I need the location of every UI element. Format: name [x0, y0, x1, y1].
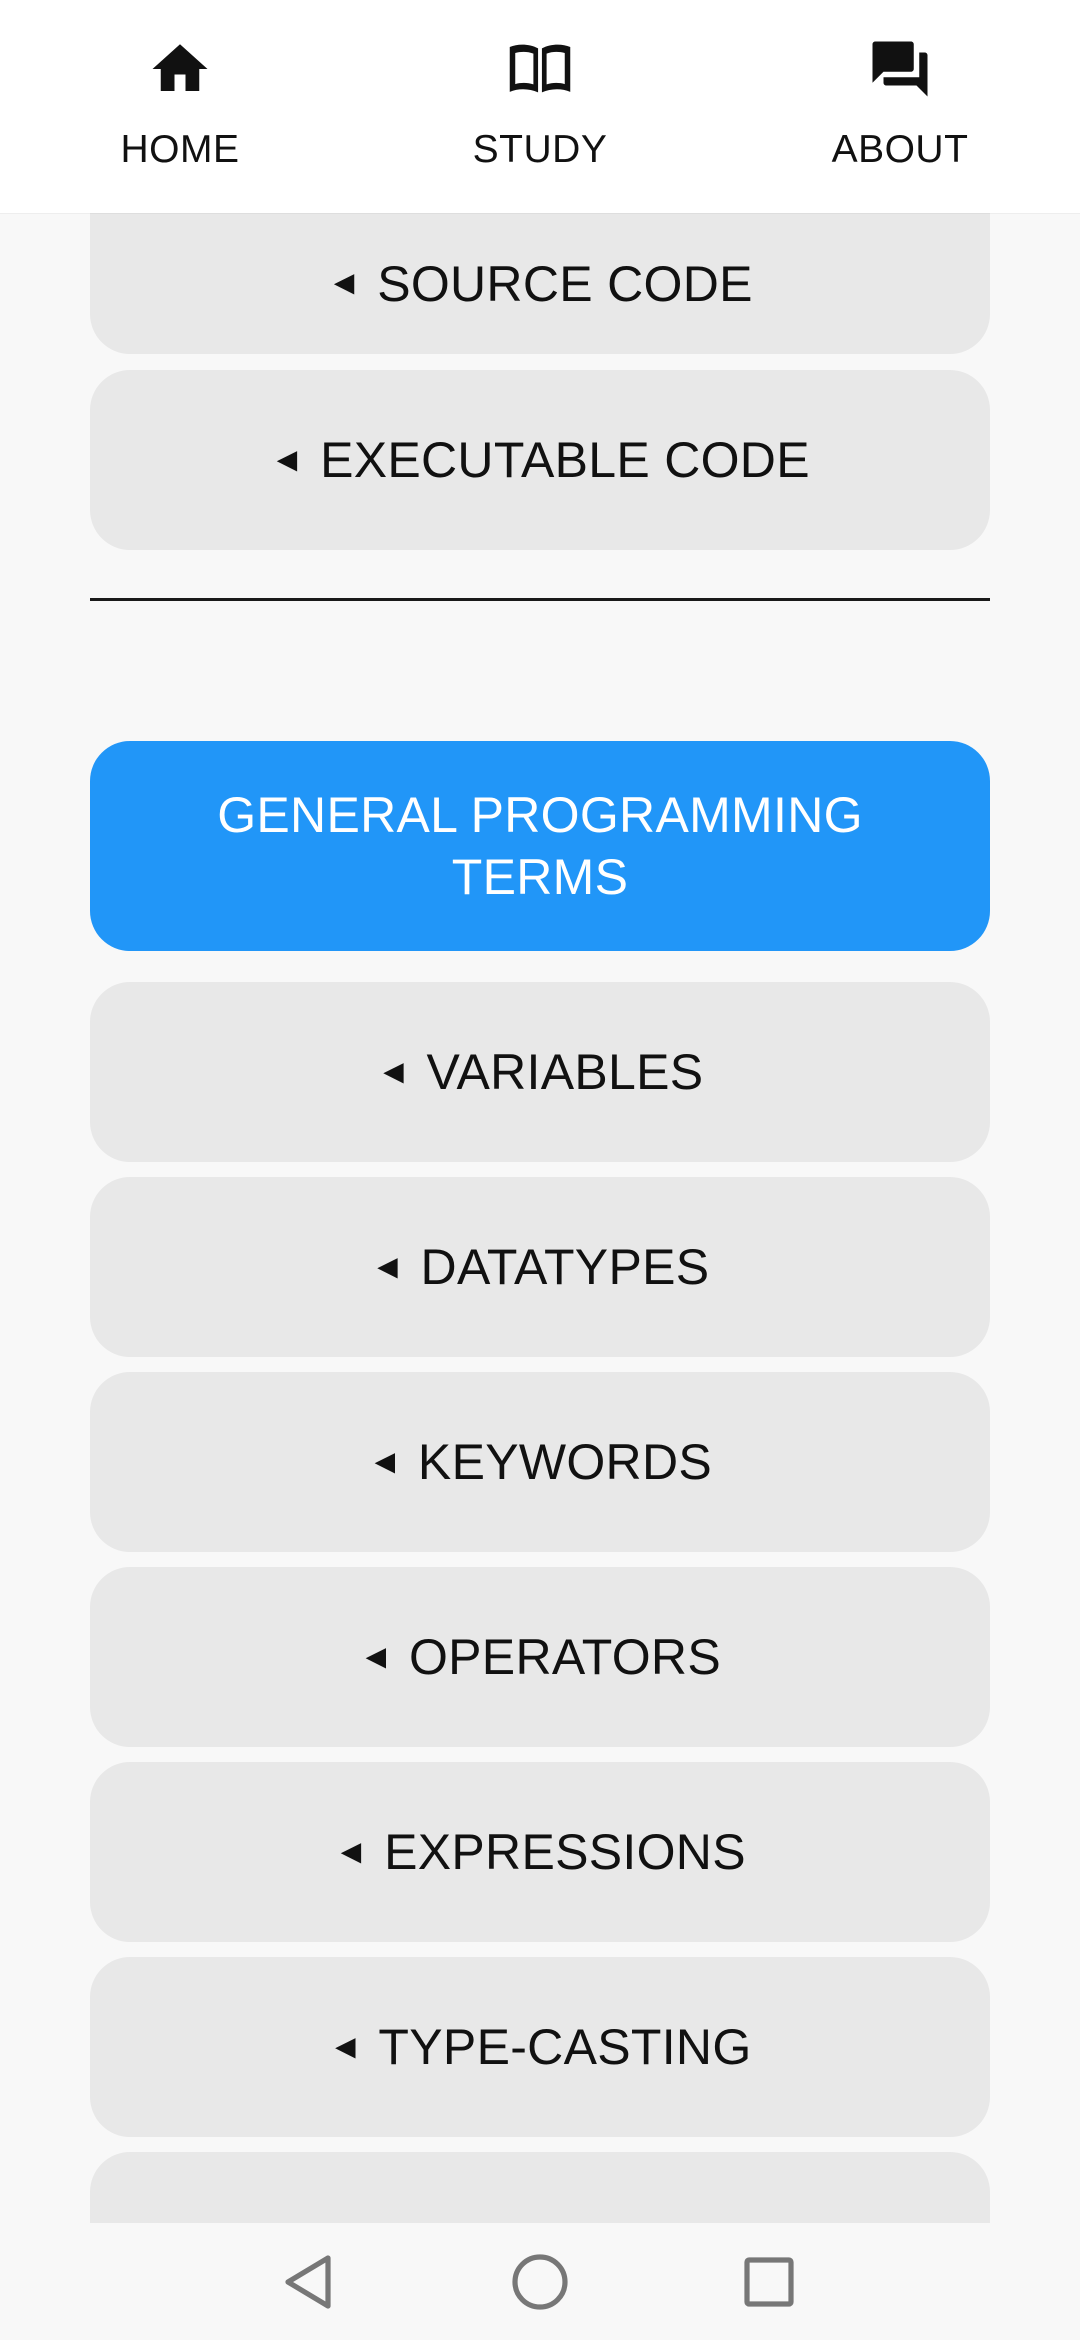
next-item-button[interactable] [90, 2152, 990, 2223]
type-casting-label: TYPE-CASTING [378, 2019, 752, 2075]
left-arrow-icon: ◄ [334, 1832, 369, 1871]
operators-label: OPERATORS [408, 1629, 721, 1685]
variables-label: VARIABLES [426, 1044, 704, 1100]
left-arrow-icon: ◄ [270, 440, 305, 479]
executable-code-label: EXECUTABLE CODE [320, 432, 810, 488]
recents-icon[interactable] [736, 2249, 802, 2315]
nav-study-label: STUDY [472, 128, 608, 171]
source-code-button[interactable]: ◄ SOURCE CODE [90, 213, 990, 354]
home-icon [147, 36, 213, 102]
left-arrow-icon: ◄ [328, 2027, 363, 2066]
book-icon [507, 36, 573, 102]
expressions-label: EXPRESSIONS [384, 1824, 746, 1880]
nav-home-label: HOME [120, 128, 240, 171]
nav-about-label: ABOUT [831, 128, 969, 171]
screen: HOME STUDY ABOUT ◄ SOURCE CODE ◄ EXECUTA… [0, 0, 1080, 2340]
nav-home[interactable]: HOME [0, 0, 360, 213]
type-casting-button[interactable]: ◄ TYPE-CASTING [90, 1957, 990, 2137]
general-programming-terms-button[interactable]: GENERAL PROGRAMMING TERMS [90, 741, 990, 951]
nav-about[interactable]: ABOUT [720, 0, 1080, 213]
executable-code-button[interactable]: ◄ EXECUTABLE CODE [90, 370, 990, 550]
operators-button[interactable]: ◄ OPERATORS [90, 1567, 990, 1747]
left-arrow-icon: ◄ [327, 264, 362, 302]
variables-button[interactable]: ◄ VARIABLES [90, 982, 990, 1162]
left-arrow-icon: ◄ [370, 1247, 405, 1286]
home-circle-icon[interactable] [507, 2249, 573, 2315]
top-navigation: HOME STUDY ABOUT [0, 0, 1080, 213]
back-icon[interactable] [275, 2249, 341, 2315]
content-list[interactable]: ◄ SOURCE CODE ◄ EXECUTABLE CODE GENERAL … [0, 213, 1080, 2223]
keywords-button[interactable]: ◄ KEYWORDS [90, 1372, 990, 1552]
section-title: GENERAL PROGRAMMING TERMS [217, 787, 863, 905]
section-divider [90, 598, 990, 601]
forum-icon [867, 36, 933, 102]
nav-study[interactable]: STUDY [360, 0, 720, 213]
system-navigation-bar [0, 2223, 1080, 2340]
left-arrow-icon: ◄ [359, 1637, 393, 1676]
left-arrow-icon: ◄ [376, 1052, 411, 1091]
left-arrow-icon: ◄ [367, 1442, 402, 1481]
source-code-label: SOURCE CODE [377, 255, 753, 312]
datatypes-label: DATATYPES [420, 1239, 710, 1295]
datatypes-button[interactable]: ◄ DATATYPES [90, 1177, 990, 1357]
keywords-label: KEYWORDS [417, 1434, 713, 1490]
expressions-button[interactable]: ◄ EXPRESSIONS [90, 1762, 990, 1942]
